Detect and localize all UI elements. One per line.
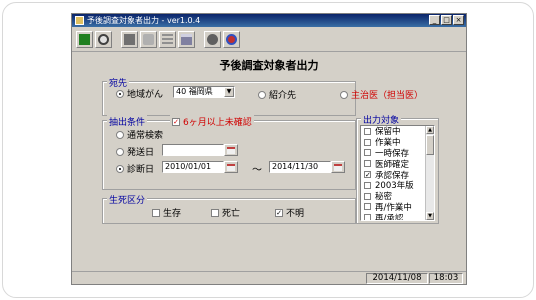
settings-icon	[207, 34, 218, 45]
title-bar: 予後調査対象者出力 - ver1.0.4 _ □ ×	[72, 14, 466, 27]
radio-send-date-label: 発送日	[127, 148, 155, 158]
maximize-button[interactable]: □	[441, 15, 452, 25]
list-button[interactable]	[159, 31, 176, 48]
radio-attending-doctor[interactable]: 主治医（担当医）	[340, 88, 423, 101]
sync-icon	[143, 34, 154, 45]
minimize-button[interactable]: _	[429, 15, 440, 25]
list-item-checkbox[interactable]	[364, 214, 371, 220]
help-icon	[226, 34, 237, 45]
radio-send-date-circle[interactable]	[116, 147, 124, 156]
exit-button[interactable]	[76, 31, 93, 48]
radio-normal-search[interactable]: 通常検索	[116, 128, 163, 141]
calendar-icon	[227, 163, 235, 171]
list-item[interactable]: ✓ 承認保存	[361, 169, 434, 181]
send-date-field[interactable]	[162, 144, 224, 156]
list-icon	[162, 34, 173, 45]
scroll-up-icon[interactable]: ▲	[426, 126, 434, 134]
list-item[interactable]: 再/承認	[361, 212, 434, 221]
calendar-icon	[227, 146, 235, 154]
diagnosis-to-field[interactable]: 2014/11/30	[269, 161, 331, 173]
page-title: 予後調査対象者出力	[219, 59, 319, 72]
diagnosis-to-calendar-button[interactable]	[331, 161, 345, 173]
list-item-checkbox[interactable]	[364, 203, 371, 211]
unknown-checkbox[interactable]: ✓ 不明	[275, 206, 304, 219]
send-date-calendar-button[interactable]	[224, 144, 238, 156]
list-item-checkbox[interactable]	[364, 127, 371, 135]
app-window: 予後調査対象者出力 - ver1.0.4 _ □ × 予後調査対象者出力 宛先 …	[71, 13, 467, 285]
search-icon	[98, 34, 109, 45]
region-select[interactable]: 40 福岡県 ▼	[173, 86, 235, 98]
exit-icon	[79, 34, 90, 45]
radio-attending-doctor-label: 主治医（担当医）	[351, 91, 424, 101]
search-button[interactable]	[95, 31, 112, 48]
alive-check-box[interactable]	[152, 208, 160, 217]
radio-normal-search-label: 通常検索	[127, 131, 164, 141]
list-item[interactable]: 医師確定	[361, 158, 434, 170]
close-button[interactable]: ×	[453, 15, 464, 25]
radio-referral-label: 紹介先	[269, 91, 297, 101]
chevron-down-icon[interactable]: ▼	[224, 87, 234, 97]
diagnosis-from-field[interactable]: 2010/01/01	[162, 161, 224, 173]
diagnosis-from-calendar-button[interactable]	[224, 161, 238, 173]
radio-regional-cancer-circle[interactable]	[116, 89, 124, 98]
status-bar: 2014/11/08 18:03	[72, 271, 466, 284]
alive-checkbox[interactable]: 生存	[152, 206, 181, 219]
dead-label: 死亡	[222, 209, 241, 219]
radio-referral-circle[interactable]	[258, 90, 266, 99]
dead-checkbox[interactable]: 死亡	[211, 206, 240, 219]
extraction-label: 抽出条件	[107, 115, 148, 128]
radio-send-date[interactable]: 発送日	[116, 145, 154, 158]
status-time: 18:03	[429, 273, 463, 284]
app-icon	[75, 16, 84, 25]
list-item[interactable]: 作業中	[361, 137, 434, 148]
help-button[interactable]	[223, 31, 240, 48]
radio-diagnosis-date[interactable]: 診断日	[116, 162, 154, 175]
dead-check-box[interactable]	[211, 208, 219, 217]
date-range-tilde: ～	[252, 165, 262, 176]
window-title: 予後調査対象者出力 - ver1.0.4	[87, 16, 201, 25]
region-select-value: 40 福岡県	[176, 87, 213, 96]
alive-label: 生存	[163, 209, 182, 219]
six-month-label: 6ヶ月以上未確認	[183, 118, 252, 128]
radio-regional-cancer[interactable]: 地域がん	[116, 87, 163, 100]
list-item-checkbox[interactable]	[364, 149, 371, 157]
list-item-label: 再/承認	[375, 213, 404, 221]
list-item-checkbox[interactable]	[364, 138, 371, 146]
radio-normal-search-circle[interactable]	[116, 130, 124, 139]
list-item[interactable]: 再/作業中	[361, 202, 434, 213]
calendar-icon	[334, 163, 342, 171]
unknown-label: 不明	[286, 209, 305, 219]
list-item[interactable]: 一時保存	[361, 148, 434, 159]
scroll-thumb[interactable]	[426, 135, 434, 155]
six-month-checkbox[interactable]: ✓ 6ヶ月以上未確認	[170, 115, 254, 128]
radio-regional-cancer-label: 地域がん	[127, 90, 164, 100]
radio-diagnosis-date-circle[interactable]	[116, 164, 124, 173]
blank-icon	[124, 34, 135, 45]
list-item-checkbox[interactable]	[364, 192, 371, 200]
save-button[interactable]	[178, 31, 195, 48]
list-item[interactable]: 保留中	[361, 126, 434, 137]
save-icon	[181, 34, 192, 45]
radio-diagnosis-date-label: 診断日	[127, 165, 155, 175]
sync-button[interactable]	[140, 31, 157, 48]
status-date: 2014/11/08	[366, 273, 428, 284]
output-target-list[interactable]: 保留中 作業中 一時保存 医師確定 ✓ 承認保存 2003年版 秘密 再/作業中 再/承認 ▲ ▼	[360, 125, 435, 221]
list-item[interactable]: 秘密	[361, 191, 434, 202]
radio-attending-doctor-circle[interactable]	[340, 90, 348, 99]
unknown-check-box[interactable]: ✓	[275, 208, 283, 217]
radio-referral[interactable]: 紹介先	[258, 88, 296, 101]
scroll-down-icon[interactable]: ▼	[426, 212, 434, 220]
list-item-checkbox[interactable]	[364, 181, 371, 189]
list-scrollbar[interactable]: ▲ ▼	[425, 126, 434, 220]
list-item-checkbox[interactable]: ✓	[364, 171, 371, 179]
list-item[interactable]: 2003年版	[361, 180, 434, 191]
vital-status-label: 生死区分	[107, 193, 148, 206]
list-item-checkbox[interactable]	[364, 160, 371, 168]
toolbar	[72, 28, 466, 52]
blank-button[interactable]	[121, 31, 138, 48]
settings-button[interactable]	[204, 31, 221, 48]
six-month-check-box[interactable]: ✓	[172, 117, 180, 126]
